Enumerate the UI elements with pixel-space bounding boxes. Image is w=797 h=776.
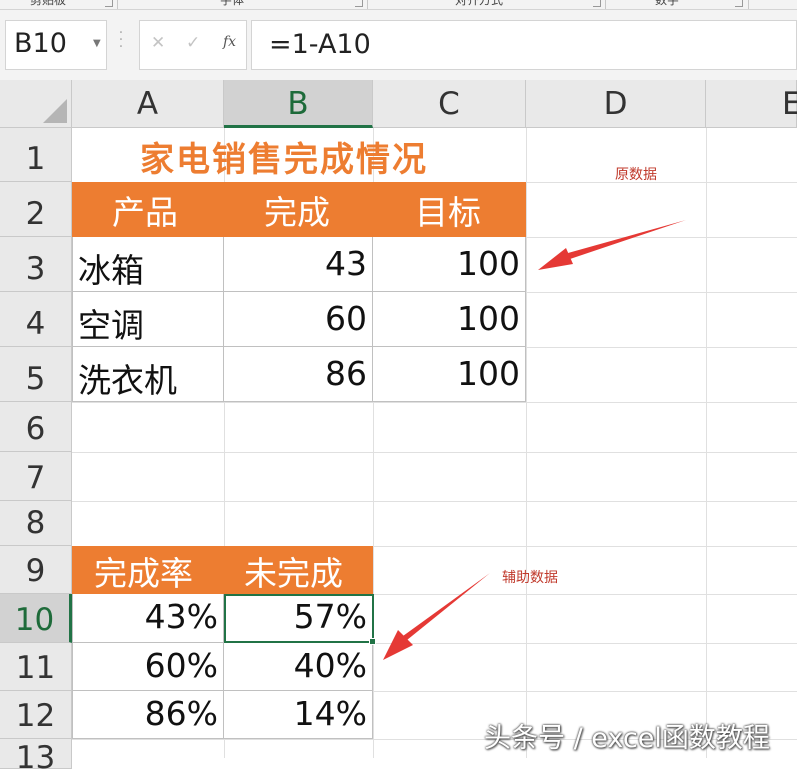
arrow-to-source-icon [538, 220, 686, 270]
annotation-arrows [383, 220, 686, 660]
arrow-to-helper-icon [383, 573, 490, 660]
watermark: 头条号 / excel函数教程 [484, 723, 770, 754]
